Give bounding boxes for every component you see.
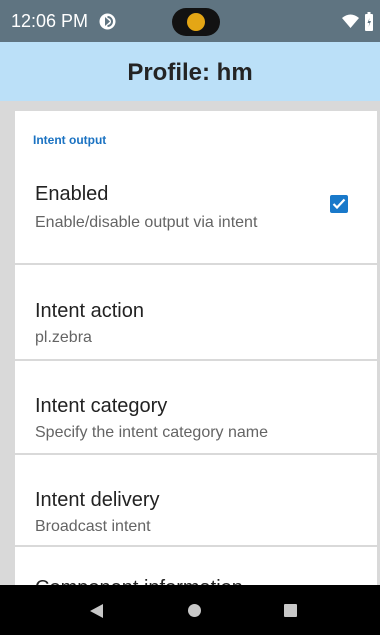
status-bar: 12:06 PM [0, 0, 380, 42]
pref-item-enabled[interactable]: Enabled Enable/disable output via intent [15, 111, 377, 263]
pref-title-component-information: Component information [35, 576, 243, 585]
recent-apps-icon[interactable] [284, 604, 297, 617]
enabled-checkbox[interactable] [330, 195, 348, 213]
pref-item-component-information[interactable]: Component information [15, 547, 377, 585]
pref-title-intent-delivery: Intent delivery [35, 489, 160, 511]
pref-summary-intent-category: Specify the intent category name [35, 424, 269, 441]
pref-title-intent-action: Intent action [35, 300, 144, 322]
back-icon[interactable] [90, 604, 104, 623]
pref-item-intent-category[interactable]: Intent category Specify the intent categ… [15, 361, 377, 453]
pref-item-intent-action[interactable]: Intent action pl.zebra [15, 265, 377, 359]
pref-summary-intent-action: pl.zebra [35, 329, 92, 346]
page-title: Profile: hm [127, 59, 253, 86]
camera-pill-icon [172, 8, 220, 36]
pref-title-enabled: Enabled [35, 183, 109, 205]
pref-summary-intent-delivery: Broadcast intent [35, 518, 151, 535]
pref-title-intent-category: Intent category [35, 395, 168, 417]
battery-icon [365, 12, 373, 31]
preferences-list[interactable]: Intent output Enabled Enable/disable out… [0, 101, 380, 585]
pref-summary-enabled: Enable/disable output via intent [35, 214, 258, 231]
check-icon [332, 198, 346, 210]
app-bar: Profile: hm [0, 42, 380, 101]
pref-item-intent-delivery[interactable]: Intent delivery Broadcast intent [15, 455, 377, 545]
home-icon[interactable] [188, 604, 201, 617]
wifi-icon [342, 14, 359, 28]
sim-icon [99, 13, 116, 30]
preferences-card: Intent output Enabled Enable/disable out… [15, 111, 377, 585]
navigation-bar [0, 585, 380, 635]
status-time: 12:06 PM [11, 11, 89, 31]
camera-dot [187, 13, 205, 31]
